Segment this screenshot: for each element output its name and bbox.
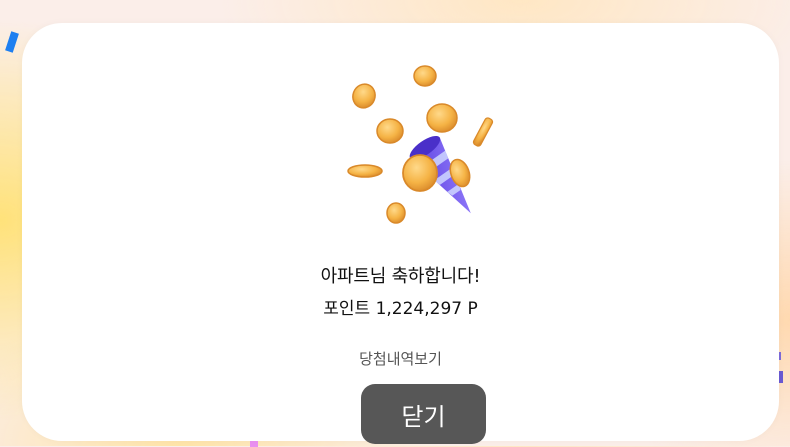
congratulations-title: 아파트님 축하합니다! <box>320 266 481 287</box>
congratulations-modal: 아파트님 축하합니다! 포인트 1,224,297 P 당첨내역보기 닫기 <box>22 23 779 444</box>
confetti-piece <box>250 441 258 447</box>
confetti-piece <box>779 371 783 383</box>
close-button[interactable]: 닫기 <box>361 384 486 444</box>
confetti-piece <box>5 31 19 53</box>
party-popper-coins-icon <box>347 65 494 224</box>
points-text: 포인트 1,224,297 P <box>323 299 478 319</box>
win-history-link[interactable]: 당첨내역보기 <box>22 348 779 369</box>
